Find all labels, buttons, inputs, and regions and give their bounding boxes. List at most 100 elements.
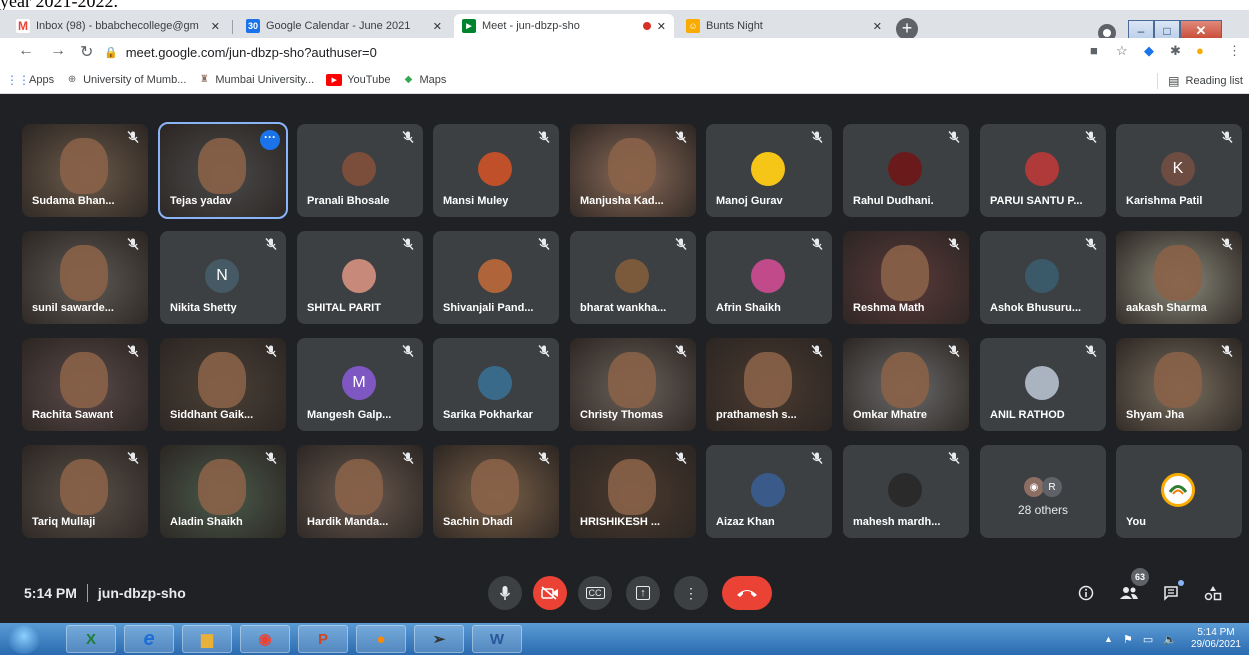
participant-tile[interactable]: ANIL RATHOD [980, 338, 1106, 431]
tab-bunts-night[interactable]: ☺ Bunts Night ✕ [678, 14, 890, 38]
ie-icon[interactable]: e [124, 625, 174, 653]
video-feed [60, 459, 108, 515]
participant-tile[interactable]: N Nikita Shetty [160, 231, 286, 324]
bookmark-mumbai-university[interactable]: ♜ Mumbai University... [198, 74, 314, 86]
participant-tile[interactable]: Omkar Mhatre [843, 338, 969, 431]
self-tile[interactable]: You [1116, 445, 1242, 538]
captions-button[interactable]: CC [578, 576, 612, 610]
leave-call-button[interactable] [722, 576, 772, 610]
participant-name: prathamesh s... [716, 409, 797, 421]
participant-tile[interactable]: SHITAL PARIT [297, 231, 423, 324]
bookmark-apps[interactable]: ⋮⋮ Apps [6, 73, 54, 87]
participant-tile[interactable]: Sudama Bhan... [22, 124, 148, 217]
participant-tile[interactable]: M Mangesh Galp... [297, 338, 423, 431]
forward-icon[interactable]: → [50, 42, 66, 60]
back-icon[interactable]: ← [18, 42, 34, 60]
tab-gmail[interactable]: M Inbox (98) - bbabchecollege@gm ✕ [8, 14, 228, 38]
participant-tile[interactable]: Ashok Bhusuru... [980, 231, 1106, 324]
chrome-icon[interactable]: ◉ [240, 625, 290, 653]
new-tab-button[interactable]: + [896, 18, 918, 40]
participant-name: Sarika Pokharkar [443, 409, 533, 421]
app-icon[interactable]: ➢ [414, 625, 464, 653]
participant-tile[interactable]: Siddhant Gaik... [160, 338, 286, 431]
folder-icon[interactable]: ▆ [182, 625, 232, 653]
participant-tile[interactable]: K Karishma Patil [1116, 124, 1242, 217]
participant-tile[interactable]: Sarika Pokharkar [433, 338, 559, 431]
participant-tile[interactable]: Shivanjali Pand... [433, 231, 559, 324]
college-logo-icon [1161, 473, 1195, 507]
excel-icon[interactable]: X [66, 625, 116, 653]
participant-tile[interactable]: Shyam Jha [1116, 338, 1242, 431]
system-clock[interactable]: 5:14 PM 29/06/2021 [1191, 627, 1241, 651]
reading-list[interactable]: ▤ Reading list [1157, 73, 1243, 89]
close-icon[interactable]: ✕ [873, 20, 882, 33]
tray-expand-icon[interactable]: ▲ [1104, 634, 1113, 644]
network-icon[interactable]: ▭ [1143, 633, 1153, 646]
meet-stage: Sudama Bhan... ··· Tejas yadav Pranali Bhos… [0, 94, 1249, 623]
camera-icon[interactable]: ■ [1090, 43, 1098, 58]
participant-tile[interactable]: Christy Thomas [570, 338, 696, 431]
close-icon[interactable]: ✕ [211, 20, 220, 33]
participant-tile[interactable]: ··· Tejas yadav [158, 122, 288, 219]
bookmark-label: University of Mumb... [83, 73, 187, 86]
avatar: N [205, 259, 239, 293]
volume-icon[interactable]: 🔈 [1163, 633, 1177, 646]
participant-tile[interactable]: Aladin Shaikh [160, 445, 286, 538]
participant-tile[interactable]: Mansi Muley [433, 124, 559, 217]
word-icon[interactable]: W [472, 625, 522, 653]
tab-meet[interactable]: ▶ Meet - jun-dbzp-sho ✕ [454, 14, 674, 38]
firefox-icon[interactable]: ● [356, 625, 406, 653]
activities-button[interactable] [1202, 582, 1224, 604]
start-button[interactable] [8, 624, 40, 654]
participant-tile[interactable]: HRISHIKESH ... [570, 445, 696, 538]
participant-tile[interactable]: aakash Sharma [1116, 231, 1242, 324]
more-options-icon[interactable]: ··· [260, 130, 280, 150]
tab-calendar[interactable]: 30 Google Calendar - June 2021 ✕ [238, 14, 450, 38]
participant-tile[interactable]: Rahul Dudhani. [843, 124, 969, 217]
bookmark-university[interactable]: ⊕ University of Mumb... [66, 73, 187, 86]
address-input[interactable]: 🔒 meet.google.com/jun-dbzp-sho?authuser=… [104, 41, 1084, 63]
video-feed [1154, 245, 1202, 301]
more-options-button[interactable]: ⋮ [674, 576, 708, 610]
participant-tile[interactable]: Reshma Math [843, 231, 969, 324]
participant-tile[interactable]: prathamesh s... [706, 338, 832, 431]
participant-tile[interactable]: Manjusha Kad... [570, 124, 696, 217]
info-icon [1078, 585, 1094, 601]
participant-tile[interactable]: Manoj Gurav [706, 124, 832, 217]
meeting-info-button[interactable] [1075, 582, 1097, 604]
hang-up-icon [737, 590, 757, 597]
participant-tile[interactable]: sunil sawarde... [22, 231, 148, 324]
reload-icon[interactable]: ↻ [80, 42, 93, 62]
participant-tile[interactable]: Rachita Sawant [22, 338, 148, 431]
people-icon [1120, 587, 1138, 599]
participant-tile[interactable]: bharat wankha... [570, 231, 696, 324]
close-icon[interactable]: ✕ [657, 20, 666, 33]
star-icon[interactable]: ☆ [1116, 43, 1128, 59]
bookmark-maps[interactable]: ◆ Maps [402, 74, 447, 86]
participant-tile[interactable]: Hardik Manda... [297, 445, 423, 538]
close-icon[interactable]: ✕ [433, 20, 442, 33]
participant-tile[interactable]: Pranali Bhosale [297, 124, 423, 217]
participant-tile[interactable]: Sachin Dhadi [433, 445, 559, 538]
present-button[interactable]: ↑ [626, 576, 660, 610]
profile-avatar-icon[interactable]: ● [1196, 43, 1204, 58]
participant-tile[interactable]: Aizaz Khan [706, 445, 832, 538]
powerpoint-icon[interactable]: P [298, 625, 348, 653]
participant-tile[interactable]: Tariq Mullaji [22, 445, 148, 538]
flag-icon[interactable]: ⚑ [1123, 633, 1133, 646]
participant-tile[interactable]: Afrin Shaikh [706, 231, 832, 324]
people-button[interactable] [1118, 582, 1140, 604]
participant-name: Afrin Shaikh [716, 302, 781, 314]
mic-off-icon [264, 451, 278, 465]
mic-off-icon [126, 237, 140, 251]
bookmark-youtube[interactable]: ▶ YouTube [326, 73, 390, 86]
video-feed [60, 352, 108, 408]
microphone-button[interactable] [488, 576, 522, 610]
menu-icon[interactable]: ⋮ [1228, 43, 1241, 59]
others-tile[interactable]: ◉ R 28 others [980, 445, 1106, 538]
extension-icon[interactable]: ◆ [1144, 43, 1154, 59]
participant-tile[interactable]: mahesh mardh... [843, 445, 969, 538]
puzzle-icon[interactable]: ✱ [1170, 43, 1181, 59]
camera-off-button[interactable] [533, 576, 567, 610]
participant-tile[interactable]: PARUI SANTU P... [980, 124, 1106, 217]
